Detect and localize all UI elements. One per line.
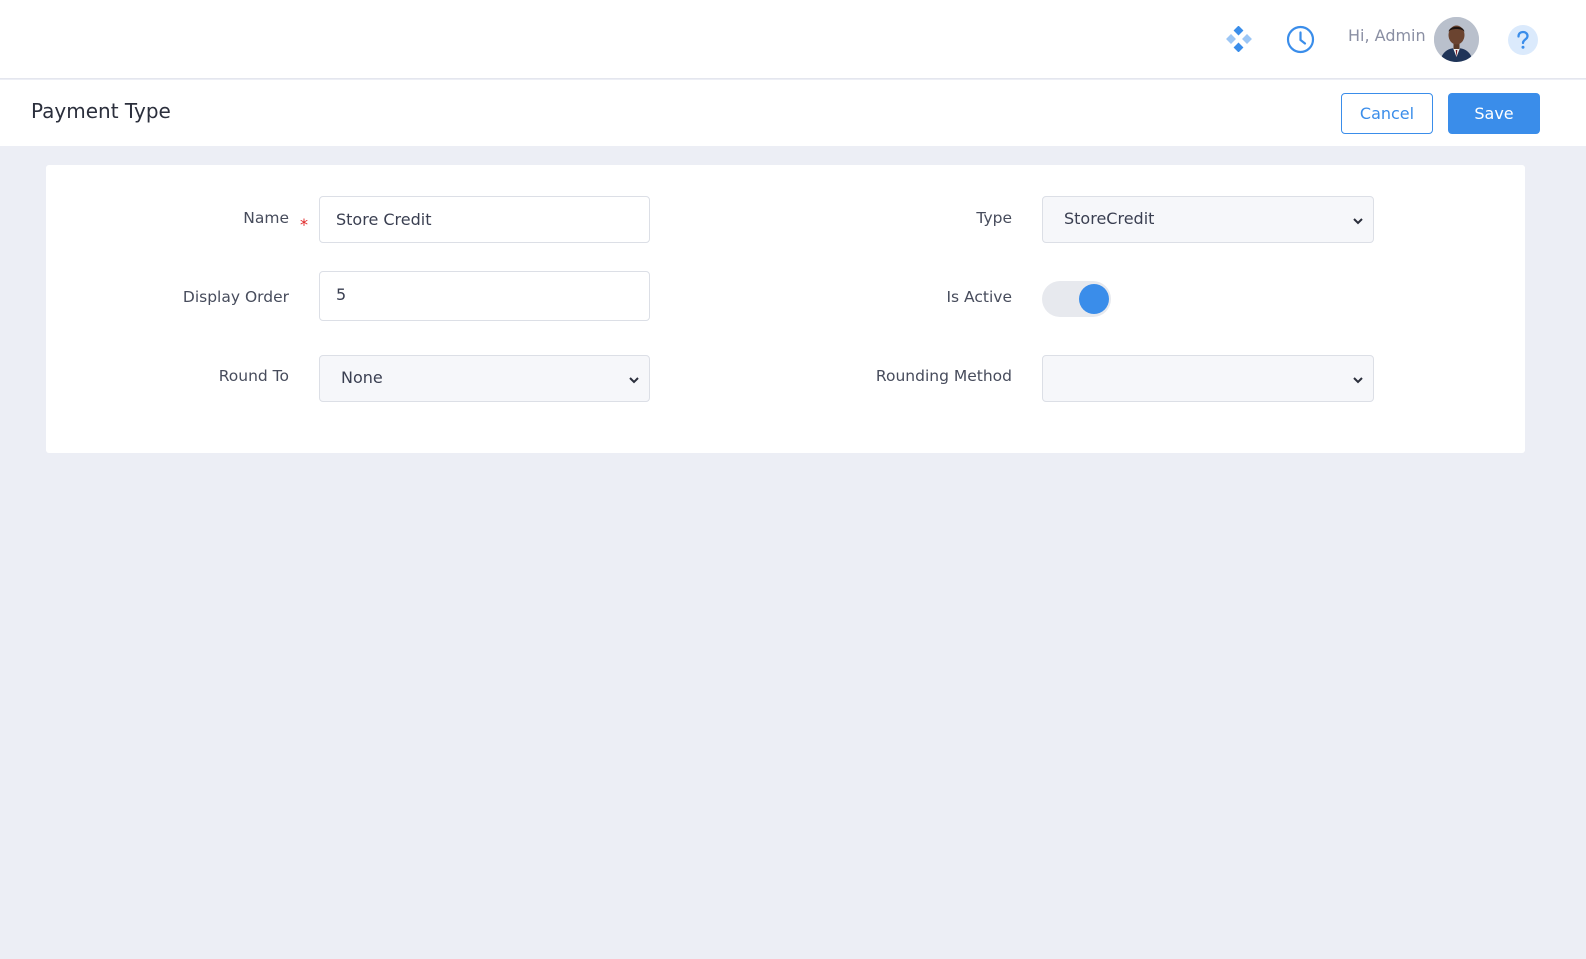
round-to-label: Round To: [218, 367, 289, 385]
user-greeting: Hi, Admin: [1348, 26, 1426, 45]
chevron-down-icon: [1353, 377, 1363, 384]
is-active-toggle[interactable]: [1042, 281, 1111, 317]
display-order-label: Display Order: [182, 288, 289, 306]
page-header: Payment Type Cancel Save: [0, 80, 1586, 146]
payment-type-form: Name * Type StoreCredit Display Order Is…: [46, 165, 1525, 453]
required-marker: *: [300, 215, 308, 234]
chevron-down-icon: [1353, 218, 1363, 225]
save-button[interactable]: Save: [1448, 93, 1540, 134]
is-active-label: Is Active: [946, 288, 1012, 306]
page-title: Payment Type: [31, 99, 171, 123]
type-label: Type: [976, 209, 1012, 227]
help-icon[interactable]: [1508, 25, 1538, 55]
rounding-method-select[interactable]: [1042, 355, 1374, 402]
type-select[interactable]: StoreCredit: [1042, 196, 1374, 243]
apps-icon[interactable]: [1226, 25, 1252, 53]
cancel-button[interactable]: Cancel: [1341, 93, 1433, 134]
round-to-select[interactable]: None: [319, 355, 650, 402]
clock-icon[interactable]: [1286, 25, 1315, 54]
name-label: Name: [243, 209, 289, 227]
name-input[interactable]: [319, 196, 650, 243]
toggle-knob: [1079, 284, 1109, 314]
display-order-input[interactable]: [319, 271, 650, 321]
avatar[interactable]: [1434, 17, 1479, 62]
rounding-method-label: Rounding Method: [875, 367, 1012, 385]
chevron-down-icon: [629, 377, 639, 384]
type-select-value: StoreCredit: [1064, 209, 1155, 228]
top-bar: Hi, Admin: [0, 0, 1586, 79]
round-to-select-value: None: [341, 368, 383, 387]
